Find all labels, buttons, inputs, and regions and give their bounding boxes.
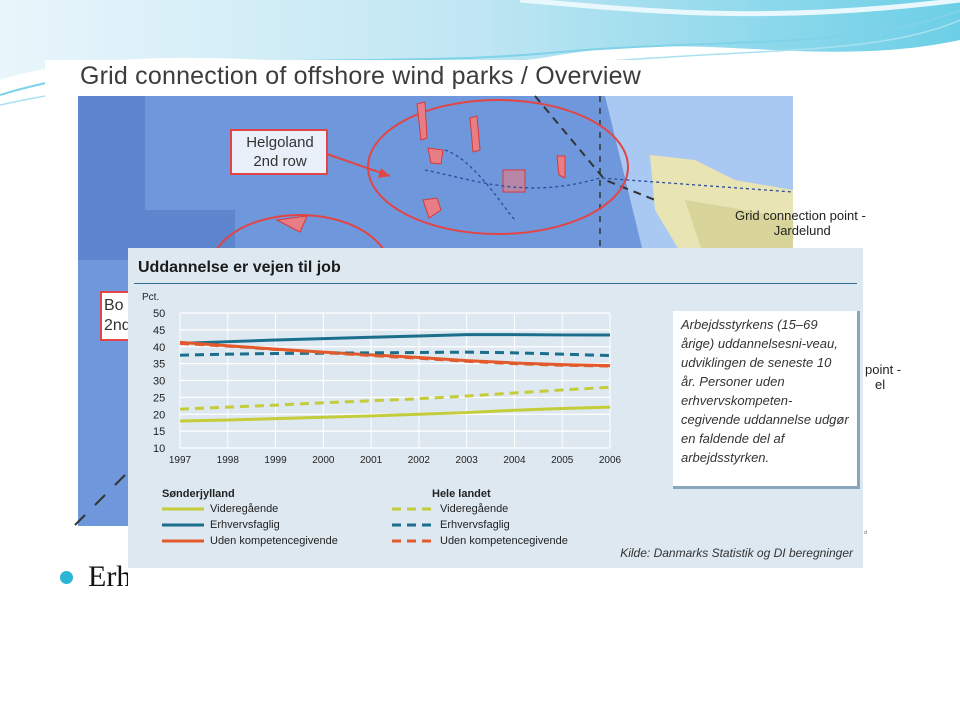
map-title: Grid connection of offshore wind parks /…: [80, 62, 641, 90]
legend-item: Erhvervsfaglig: [392, 519, 510, 531]
legend-item: Erhvervsfaglig: [162, 519, 280, 531]
legend-swatch: [392, 507, 434, 511]
y-tick-label: 50: [153, 308, 165, 320]
legend-swatch: [162, 507, 204, 511]
x-tick-label: 2003: [456, 455, 479, 466]
x-tick-label: 2006: [599, 455, 622, 466]
y-tick-label: 10: [153, 443, 165, 455]
series-line-1: [179, 333, 610, 345]
legend-item: Uden kompetencegivende: [392, 535, 568, 547]
legend-swatch: [162, 539, 204, 543]
x-tick-label: 2001: [360, 455, 383, 466]
note-box: Arbejdsstyrkens (15–69 årige) uddannelse…: [673, 311, 860, 489]
legend-swatch: [162, 523, 204, 527]
helgoland-label-line2: 2nd row: [253, 153, 307, 170]
x-tick-label: 2000: [312, 455, 335, 466]
y-tick-label: 15: [153, 426, 165, 438]
bullet-text: Erh: [88, 560, 132, 593]
legend-label: Videregående: [440, 503, 509, 515]
helgoland-label: Helgoland 2nd row: [238, 133, 322, 171]
y-tick-label: 20: [153, 409, 165, 421]
legend-item: Videregående: [392, 503, 508, 515]
grid-connection-line1: Grid connection point -: [735, 208, 866, 223]
chart-title: Uddannelse er vejen til job: [138, 259, 341, 276]
legend-item: Videregående: [162, 503, 278, 515]
legend-label: Videregående: [210, 503, 279, 515]
legend-label: Uden kompetencegivende: [440, 535, 568, 547]
x-tick-label: 2005: [551, 455, 574, 466]
chart-panel: Uddannelse er vejen til job Pct. 10 15 20 2…: [128, 248, 864, 620]
y-tick-label: 35: [153, 359, 165, 371]
series-line-3: [179, 385, 611, 411]
title-rule: [134, 283, 857, 284]
y-tick-label: 40: [153, 342, 165, 354]
line-chart: 10 15 20 25 30 35 40 45 50 1997 1998 1999 2000 2001 20…: [153, 308, 622, 466]
x-tick-label: 2004: [503, 455, 526, 466]
y-tick-label: 25: [153, 392, 165, 404]
bullet-dot-icon: [60, 570, 73, 584]
grid-connection-label: Grid connection point - Jardelund: [735, 208, 866, 238]
legend-group-hele-landet: Hele landet: [432, 488, 491, 500]
x-tick-label: 1998: [217, 455, 240, 466]
legend-swatch: [392, 523, 434, 527]
legend-label: Uden kompetencegivende: [210, 535, 338, 547]
x-tick-label: 1997: [169, 455, 192, 466]
y-tick-label: 45: [153, 325, 165, 337]
partial-right-line2: el: [875, 377, 886, 392]
x-tick-label: 1999: [264, 455, 287, 466]
partial-right-line1: point -: [865, 362, 902, 377]
partial-right-label: point - el: [865, 362, 901, 392]
helgoland-label-line1: Helgoland: [246, 134, 314, 151]
legend-label: Erhvervsfaglig: [210, 519, 280, 531]
legend-swatch: [392, 539, 434, 543]
partial-left-line1: Bo: [104, 297, 124, 314]
note-text: Arbejdsstyrkens (15–69 årige) uddannelse…: [681, 317, 849, 465]
bullet-item: Erh: [60, 560, 131, 594]
legend-item: Uden kompetencegivende: [162, 535, 338, 547]
partial-left-label: Bo 2nd: [104, 296, 131, 336]
legend-label: Erhvervsfaglig: [440, 519, 510, 531]
y-tick-label: 30: [153, 376, 165, 388]
source-note: Kilde: Danmarks Statistik og DI beregnin…: [620, 546, 853, 560]
x-tick-label: 2002: [408, 455, 431, 466]
partial-left-line2: 2nd: [104, 317, 131, 334]
grid-connection-line2: Jardelund: [773, 223, 831, 238]
chart-box: Uddannelse er vejen til job Pct. 10 15 20 2…: [128, 248, 863, 568]
legend-group-sonderjylland: Sønderjylland: [162, 488, 235, 500]
